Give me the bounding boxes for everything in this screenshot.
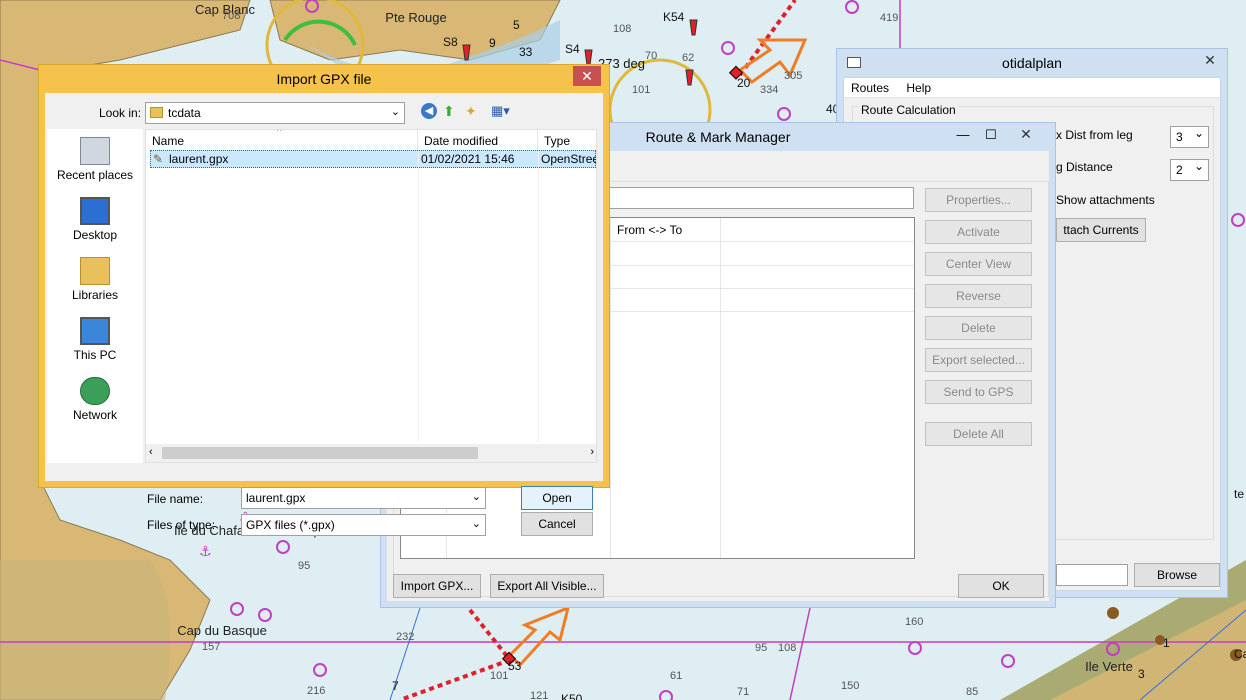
close-button[interactable]: ✕ (573, 66, 601, 86)
places-bar: Recent places Desktop Libraries This PC … (47, 129, 143, 463)
scrollbar-thumb[interactable] (162, 447, 478, 459)
close-button[interactable]: ✕ (1195, 50, 1225, 70)
menu-help[interactable]: Help (899, 78, 938, 98)
waypoint-53-label: 53 (508, 659, 522, 673)
place-cap-du-basque: Cap du Basque (177, 623, 267, 638)
dialog-body: Look in: tcdata ⌄ ◀ ⬆ ✦ ▦▾ Recent places… (45, 93, 603, 536)
export-all-visible-button[interactable]: Export All Visible... (490, 574, 604, 598)
place-recent[interactable]: Recent places (47, 137, 143, 182)
place-network[interactable]: Network (47, 377, 143, 422)
file-list[interactable]: Name ^ Date modified Type ✎ laurent.gpx … (145, 129, 597, 463)
files-of-type-select[interactable]: GPX files (*.gpx) ⌄ (241, 514, 486, 536)
chevron-down-icon[interactable]: ⌄ (472, 490, 481, 503)
scroll-left-icon[interactable]: ‹ (149, 446, 153, 458)
folder-icon (150, 107, 163, 118)
close-button[interactable]: ✕ (1011, 124, 1041, 144)
recent-places-icon (80, 137, 110, 165)
place-libraries[interactable]: Libraries (47, 257, 143, 302)
file-row[interactable]: ✎ laurent.gpx 01/02/2021 15:46 OpenStree (150, 150, 596, 168)
column-type[interactable]: Type (538, 130, 596, 152)
place-pte-rouge: Pte Rouge (385, 10, 447, 25)
look-in-combo[interactable]: tcdata ⌄ (145, 102, 405, 124)
max-dist-label: x Dist from leg (1056, 128, 1133, 142)
sort-arrow-icon: ^ (277, 129, 282, 136)
center-view-button[interactable]: Center View (925, 252, 1032, 276)
scroll-right-icon[interactable]: › (590, 446, 594, 458)
activate-button[interactable]: Activate (925, 220, 1032, 244)
maximize-button[interactable]: ☐ (977, 125, 1005, 145)
svg-text:⚓: ⚓ (199, 544, 212, 560)
attach-currents-button[interactable]: ttach Currents (1056, 218, 1146, 242)
cancel-button[interactable]: Cancel (521, 512, 593, 536)
file-date: 01/02/2021 15:46 (421, 152, 515, 166)
column-date-modified[interactable]: Date modified (418, 130, 538, 152)
menu-routes[interactable]: Routes (844, 78, 896, 98)
properties-button[interactable]: Properties... (925, 188, 1032, 212)
buoy-k54-label: K54 (663, 10, 685, 24)
export-selected-button[interactable]: Export selected... (925, 348, 1032, 372)
reverse-button[interactable]: Reverse (925, 284, 1032, 308)
file-name-input[interactable]: laurent.gpx ⌄ (241, 487, 486, 509)
delete-button[interactable]: Delete (925, 316, 1032, 340)
buoy-s8-label: S8 (443, 35, 458, 49)
buoy-s4-label: S4 (565, 42, 580, 56)
chevron-down-icon: ⌄ (390, 106, 400, 118)
desktop-icon (80, 197, 110, 225)
minimize-button[interactable]: — (949, 125, 977, 145)
file-name-label: File name: (147, 492, 204, 506)
menu-bar: Routes Help (844, 78, 1220, 98)
up-folder-icon[interactable]: ⬆ (443, 103, 455, 120)
horizontal-scrollbar[interactable]: ‹ › (146, 444, 596, 462)
send-to-gps-button[interactable]: Send to GPS (925, 380, 1032, 404)
import-gpx-dialog[interactable]: Import GPX file ✕ Look in: tcdata ⌄ ◀ ⬆ … (38, 64, 610, 536)
distance-select[interactable]: 2 (1170, 159, 1209, 181)
network-icon (80, 377, 110, 405)
label-33: 33 (519, 45, 533, 59)
file-path-input[interactable] (1056, 564, 1128, 586)
column-from-to[interactable]: From <-> To (617, 223, 682, 237)
buoy-k50-label: K50 (561, 692, 583, 700)
waypoint-20-label: 20 (737, 76, 751, 90)
dialog-title: Import GPX file (276, 71, 372, 87)
file-type: OpenStree (541, 152, 597, 166)
back-icon[interactable]: ◀ (421, 103, 437, 119)
open-button[interactable]: Open (521, 486, 593, 510)
chevron-down-icon[interactable]: ⌄ (472, 517, 481, 530)
libraries-icon (80, 257, 110, 285)
ok-button[interactable]: OK (958, 574, 1044, 598)
place-this-pc[interactable]: This PC (47, 317, 143, 362)
show-attachments-label[interactable]: Show attachments (1056, 193, 1155, 207)
browse-button[interactable]: Browse (1134, 563, 1220, 587)
land-lower-left (0, 560, 170, 700)
otidalplan-title: otidalplan (1002, 55, 1062, 71)
computer-icon (80, 317, 110, 345)
new-folder-icon[interactable]: ✦ (465, 103, 477, 120)
place-desktop[interactable]: Desktop (47, 197, 143, 242)
max-dist-select[interactable]: 3 (1170, 126, 1209, 148)
distance-label: g Distance (1056, 160, 1113, 174)
look-in-label: Look in: (99, 106, 142, 120)
file-name: laurent.gpx (169, 152, 229, 166)
group-title: Route Calculation (859, 103, 958, 117)
files-of-type-label: Files of type: (147, 518, 216, 532)
view-menu-icon[interactable]: ▦▾ (491, 103, 510, 119)
gpx-file-icon: ✎ (153, 152, 164, 166)
column-name[interactable]: Name (146, 130, 418, 152)
import-gpx-button[interactable]: Import GPX... (393, 574, 481, 598)
delete-all-button[interactable]: Delete All (925, 422, 1032, 446)
